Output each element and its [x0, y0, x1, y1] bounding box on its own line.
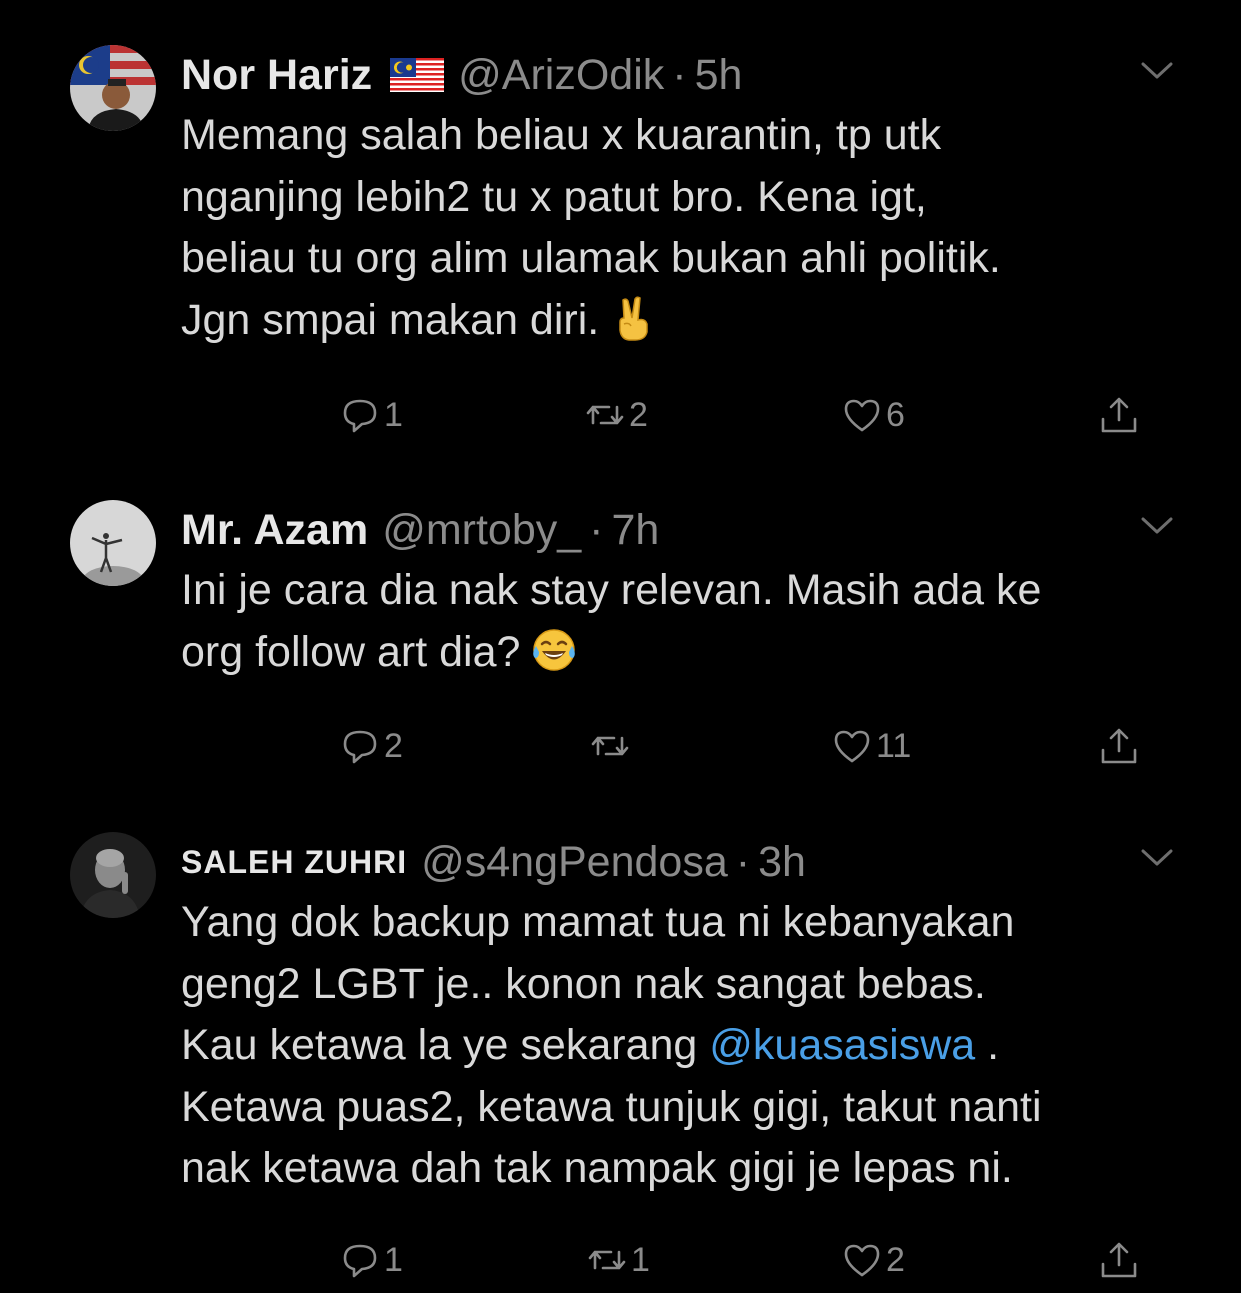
- separator-dot: ·: [672, 50, 687, 99]
- tweet-text: Memang salah beliau x kuarantin, tp utk …: [181, 105, 1181, 351]
- tweet-header: Nor Hariz @ArizOdik · 5h: [181, 45, 742, 105]
- tweet-actions: 2 11: [0, 721, 1241, 771]
- chevron-down-icon[interactable]: [1140, 514, 1174, 538]
- display-name[interactable]: SALEH ZUHRI: [181, 844, 407, 881]
- avatar[interactable]: [70, 832, 156, 918]
- reply-icon: [340, 395, 380, 435]
- user-handle[interactable]: @ArizOdik: [458, 51, 664, 100]
- display-name[interactable]: Nor Hariz: [181, 51, 372, 100]
- display-name[interactable]: Mr. Azam: [181, 506, 368, 555]
- heart-icon: [842, 395, 882, 435]
- like-count: 6: [886, 395, 905, 434]
- like-count: 11: [876, 726, 912, 765]
- tweet-text-line: org follow art dia?: [181, 622, 1181, 684]
- retweet-icon: [590, 726, 630, 766]
- like-button[interactable]: 6: [842, 390, 905, 440]
- tweet-text-line: nganjing lebih2 tu x patut bro. Kena igt…: [181, 172, 927, 221]
- tweet-text-line: beliau tu org alim ulamak bukan ahli pol…: [181, 234, 1001, 282]
- timestamp[interactable]: 5h: [695, 51, 743, 100]
- reply-icon: [340, 726, 380, 766]
- heart-icon: [832, 726, 872, 766]
- retweet-button[interactable]: [590, 721, 634, 771]
- share-button[interactable]: [1099, 721, 1139, 771]
- reply-count: 1: [384, 395, 403, 434]
- chevron-down-icon[interactable]: [1140, 59, 1174, 83]
- tweet-header: SALEH ZUHRI @s4ngPendosa · 3h: [181, 832, 806, 892]
- reply-count: 1: [384, 1240, 403, 1279]
- reply-count: 2: [384, 726, 403, 765]
- like-count: 2: [886, 1240, 905, 1279]
- tweet-text-line: Ini je cara dia nak stay relevan. Masih …: [181, 566, 1042, 614]
- user-handle[interactable]: @mrtoby_: [382, 506, 581, 555]
- timestamp[interactable]: 7h: [612, 506, 660, 555]
- tears-of-joy-emoji-icon: [530, 626, 578, 674]
- tweet-text-line: Yang dok backup mamat tua ni kebanyakan: [181, 898, 1015, 946]
- tweet-text-line: geng2 LGBT je.. konon nak sangat bebas.: [181, 959, 986, 1008]
- user-handle[interactable]: @s4ngPendosa: [421, 838, 728, 887]
- reply-icon: [340, 1240, 380, 1280]
- separator-dot: ·: [589, 505, 604, 554]
- tweet-text: Yang dok backup mamat tua ni kebanyakan …: [181, 892, 1181, 1200]
- tweet-text-line: nak ketawa dah tak nampak gigi je lepas …: [181, 1144, 1013, 1192]
- share-icon: [1099, 395, 1139, 435]
- like-button[interactable]: 2: [842, 1235, 905, 1285]
- retweet-icon: [587, 1240, 627, 1280]
- retweet-count: 1: [631, 1240, 650, 1279]
- tweet-text-line: Memang salah beliau x kuarantin, tp utk: [181, 111, 942, 159]
- share-icon: [1099, 1240, 1139, 1280]
- mention-link[interactable]: @kuasasiswa: [709, 1021, 975, 1069]
- tweet-header: Mr. Azam @mrtoby_ · 7h: [181, 500, 659, 560]
- tweet-text-segment: .: [975, 1021, 1000, 1069]
- share-button[interactable]: [1099, 1235, 1139, 1285]
- heart-icon: [842, 1240, 882, 1280]
- retweet-icon: [585, 395, 625, 435]
- share-icon: [1099, 726, 1139, 766]
- timestamp[interactable]: 3h: [758, 838, 806, 887]
- tweet-actions: 1 2 6: [0, 390, 1241, 440]
- avatar[interactable]: [70, 45, 156, 131]
- tweet-actions: 1 1 2: [0, 1235, 1241, 1285]
- share-button[interactable]: [1099, 390, 1139, 440]
- reply-button[interactable]: 1: [340, 390, 403, 440]
- reply-button[interactable]: 2: [340, 721, 403, 771]
- retweet-button[interactable]: 2: [585, 390, 648, 440]
- like-button[interactable]: 11: [832, 721, 911, 771]
- retweet-count: 2: [629, 395, 648, 434]
- separator-dot: ·: [735, 837, 751, 886]
- reply-button[interactable]: 1: [340, 1235, 403, 1285]
- malaysia-flag-icon: [390, 58, 445, 92]
- tweet-text: Ini je cara dia nak stay relevan. Masih …: [181, 560, 1181, 683]
- tweet-text-line: Kau ketawa la ye sekarang @kuasasiswa .: [181, 1015, 1181, 1077]
- reply-thread: Nor Hariz @ArizOdik · 5h Memang salah be…: [0, 0, 1241, 1293]
- tweet-text-line: Jgn smpai makan diri.: [181, 290, 1181, 352]
- victory-hand-emoji-icon: [609, 294, 657, 342]
- tweet-text-line: Ketawa puas2, ketawa tunjuk gigi, takut …: [181, 1082, 1042, 1131]
- tweet-text-segment: Kau ketawa la ye sekarang: [181, 1021, 710, 1069]
- tweet-text-segment: org follow art dia?: [181, 627, 521, 676]
- avatar[interactable]: [70, 500, 156, 586]
- chevron-down-icon[interactable]: [1140, 846, 1174, 870]
- retweet-button[interactable]: 1: [587, 1235, 650, 1285]
- tweet-text-segment: Jgn smpai makan diri.: [181, 295, 600, 344]
